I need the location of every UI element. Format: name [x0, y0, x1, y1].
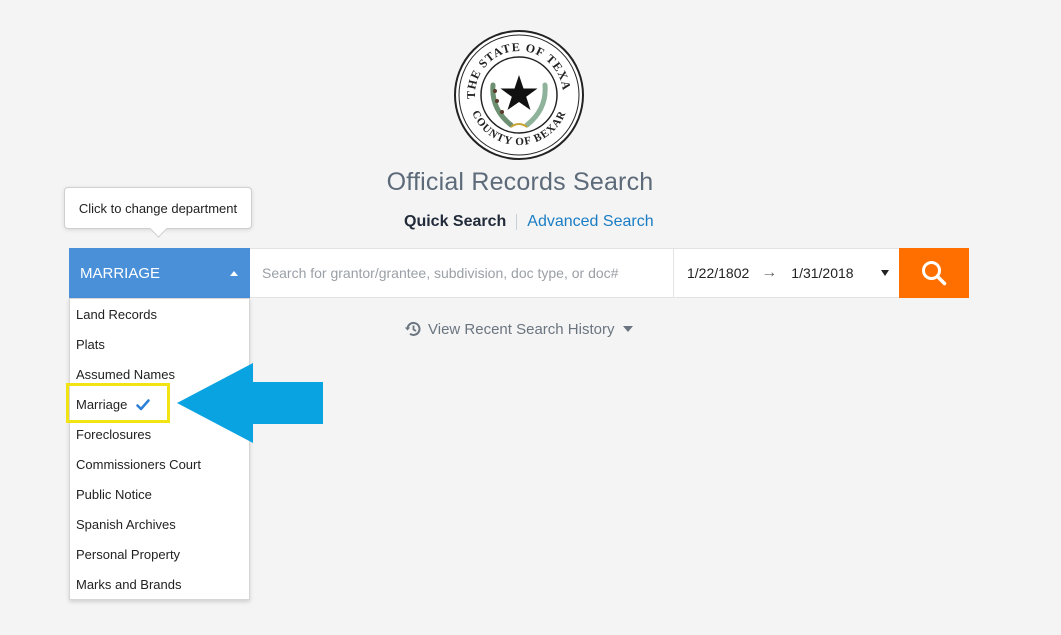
recent-search-history-toggle[interactable]: View Recent Search History — [404, 320, 634, 338]
tab-advanced-search[interactable]: Advanced Search — [527, 213, 653, 231]
dropdown-item-label: Land Records — [76, 307, 157, 322]
dropdown-item-label: Marks and Brands — [76, 577, 182, 592]
dropdown-item-marks-and-brands[interactable]: Marks and Brands — [70, 570, 249, 600]
dropdown-item-label: Personal Property — [76, 547, 181, 562]
caret-down-icon[interactable] — [881, 270, 889, 276]
caret-up-icon — [230, 270, 238, 276]
department-select[interactable]: MARRIAGE — [69, 248, 250, 298]
tab-divider — [516, 214, 518, 230]
county-seal-logo: THE STATE OF TEXAS COUNTY OF BEXAR — [453, 29, 584, 160]
annotation-arrow-icon — [177, 363, 323, 443]
dropdown-item-personal-property[interactable]: Personal Property — [70, 540, 249, 570]
tab-quick-search[interactable]: Quick Search — [404, 213, 506, 231]
search-button[interactable] — [899, 248, 969, 298]
dropdown-item-plats[interactable]: Plats — [70, 330, 249, 360]
department-selected-label: MARRIAGE — [80, 264, 161, 282]
department-tooltip: Click to change department — [64, 187, 252, 229]
dropdown-item-label: Plats — [76, 337, 105, 352]
caret-down-icon — [623, 326, 634, 332]
search-bar: MARRIAGE 1/22/1802 → 1/31/2018 — [69, 248, 969, 298]
history-icon — [404, 321, 421, 336]
tooltip-text: Click to change department — [78, 200, 238, 216]
dropdown-item-label: Commissioners Court — [76, 457, 201, 472]
dropdown-item-public-notice[interactable]: Public Notice — [70, 480, 249, 510]
annotation-highlight-box — [66, 383, 170, 423]
search-input[interactable] — [250, 249, 674, 297]
date-start[interactable]: 1/22/1802 — [687, 265, 749, 281]
dropdown-item-label: Public Notice — [76, 487, 152, 502]
dropdown-item-spanish-archives[interactable]: Spanish Archives — [70, 510, 249, 540]
search-mode-tabs: Quick Search Advanced Search — [404, 213, 654, 231]
date-range-picker[interactable]: 1/22/1802 → 1/31/2018 — [674, 249, 899, 297]
dropdown-item-label: Foreclosures — [76, 427, 152, 442]
dropdown-item-land-records[interactable]: Land Records — [70, 300, 249, 330]
arrow-right-icon: → — [761, 264, 778, 281]
dropdown-item-label: Spanish Archives — [76, 517, 176, 532]
department-dropdown: Land Records Plats Assumed Names Marriag… — [69, 298, 250, 600]
dropdown-item-commissioners-court[interactable]: Commissioners Court — [70, 450, 249, 480]
history-label: View Recent Search History — [428, 320, 615, 338]
date-end[interactable]: 1/31/2018 — [791, 265, 853, 281]
magnifier-icon — [922, 261, 947, 286]
